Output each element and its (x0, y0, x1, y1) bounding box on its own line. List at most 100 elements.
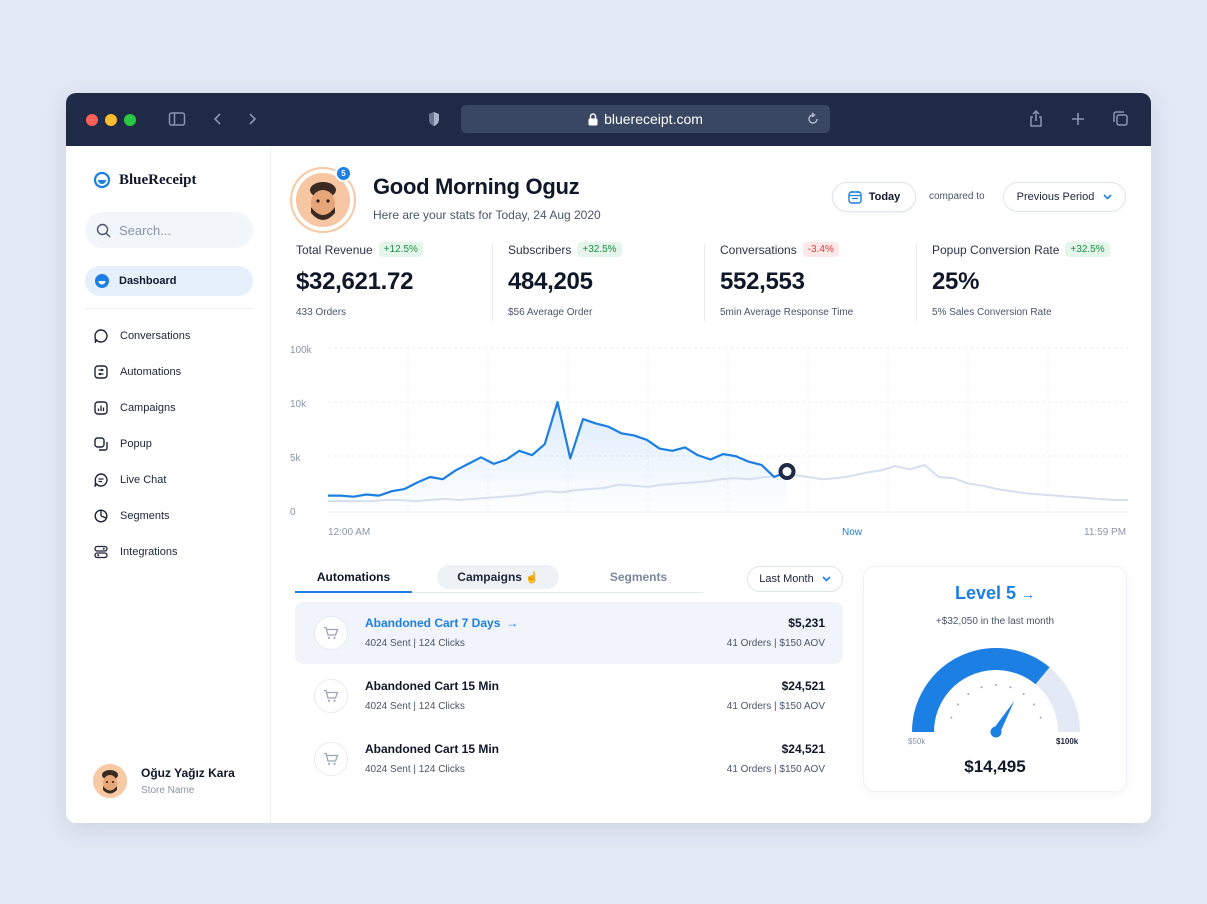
sidebar-toggle-icon[interactable] (168, 109, 186, 129)
gauge-value: $14,495 (964, 757, 1026, 776)
row-meta: 4024 Sent | 124 Clicks (365, 638, 465, 649)
stat-change-badge: -3.4% (802, 242, 839, 257)
privacy-shield-icon[interactable] (427, 109, 441, 129)
user-name: Oğuz Yağız Kara (141, 766, 235, 780)
stat-divider (704, 244, 705, 321)
list-item[interactable]: Abandoned Cart 15 Min 4024 Sent | 124 Cl… (295, 728, 843, 790)
stat-label: Conversations (720, 242, 797, 257)
level-card: Level 5 → +$32,050 in the last month $50… (863, 566, 1127, 792)
gauge-tick (1039, 716, 1042, 719)
row-orders: 41 Orders | $150 AOV (726, 701, 825, 712)
automations-icon (94, 365, 108, 379)
gauge-ticks (950, 684, 1042, 719)
x-tick-label: Now (842, 527, 863, 538)
today-label: Today (868, 191, 901, 203)
url-bar[interactable]: bluereceipt.com (461, 105, 830, 133)
tab-bar: Automations Campaigns ☝ Segments (295, 563, 703, 593)
maximize-window-dot[interactable] (124, 114, 136, 126)
y-tick-label: 100k (290, 345, 313, 356)
campaigns-icon (94, 401, 108, 415)
list-item[interactable]: Abandoned Cart 15 Min 4024 Sent | 124 Cl… (295, 665, 843, 727)
tab-label: Campaigns (457, 570, 522, 584)
sidebar-item-conversations[interactable]: Conversations (94, 329, 190, 343)
sidebar-item-label: Live Chat (120, 474, 167, 486)
share-icon[interactable] (1028, 109, 1044, 129)
gauge-tick (1009, 686, 1012, 689)
stat-divider (492, 244, 493, 321)
page-subtitle: Here are your stats for Today, 24 Aug 20… (373, 208, 601, 222)
url-text: bluereceipt.com (604, 111, 703, 127)
date-range-dropdown[interactable]: Last Month (747, 566, 843, 592)
now-marker[interactable] (778, 463, 796, 481)
cart-icon (314, 616, 348, 650)
tab-campaigns[interactable]: Campaigns ☝ (437, 565, 559, 589)
row-meta: 4024 Sent | 124 Clicks (365, 701, 465, 712)
arrow-right-icon: → (506, 616, 519, 630)
stat-sub: $56 Average Order (508, 307, 593, 318)
sidebar-item-label: Conversations (120, 330, 191, 342)
stat-change-badge: +32.5% (1065, 242, 1110, 257)
y-tick-label: 10k (290, 399, 307, 410)
user-profile[interactable]: Oğuz Yağız Kara Store Name (93, 764, 235, 798)
sidebar-item-segments[interactable]: Segments (94, 509, 170, 523)
level-gauge (912, 648, 1080, 742)
row-title[interactable]: Abandoned Cart 7 Days (365, 616, 500, 630)
minimize-window-dot[interactable] (105, 114, 117, 126)
list-item[interactable]: Abandoned Cart 7 Days → 4024 Sent | 124 C… (295, 602, 843, 664)
user-store: Store Name (141, 785, 195, 796)
stat-divider (916, 244, 917, 321)
back-icon[interactable] (212, 109, 224, 129)
sidebar-item-dashboard[interactable]: Dashboard (85, 266, 253, 296)
live-chat-icon (94, 473, 108, 487)
search-icon (96, 223, 111, 237)
sidebar-item-label: Integrations (120, 546, 178, 558)
gauge-tick (950, 716, 953, 719)
new-tab-icon[interactable] (1070, 109, 1086, 129)
sidebar-item-label: Campaigns (120, 402, 176, 414)
sidebar-item-popup[interactable]: Popup (94, 437, 152, 451)
chevron-down-icon (1103, 194, 1112, 200)
stat-change-badge: +32.5% (577, 242, 622, 257)
gauge-hub (990, 726, 1002, 738)
stat-sub: 5% Sales Conversion Rate (932, 307, 1052, 318)
gauge-tick (1033, 703, 1036, 706)
sidebar-item-label: Segments (120, 510, 170, 522)
period-label: Previous Period (1016, 191, 1095, 203)
browser-window: bluereceipt.com BlueReceipt Search... Da… (66, 93, 1151, 823)
period-dropdown[interactable]: Previous Period (1003, 182, 1126, 212)
dashboard-main: 5 Good Morning Oguz Here are your stats … (272, 146, 1151, 823)
arrow-right-icon: → (1021, 586, 1036, 602)
sidebar-item-live-chat[interactable]: Live Chat (94, 473, 166, 487)
sidebar-item-automations[interactable]: Automations (94, 365, 181, 379)
tab-automations[interactable]: Automations (295, 563, 412, 593)
stat-sub: 5min Average Response Time (720, 307, 854, 318)
level-title[interactable]: Level 5 (955, 583, 1016, 603)
today-button[interactable]: Today (832, 182, 916, 212)
calendar-icon (848, 191, 862, 204)
chevron-down-icon (822, 576, 831, 582)
date-range-label: Last Month (759, 573, 814, 585)
stat-value: 552,553 (720, 268, 805, 295)
sidebar-item-campaigns[interactable]: Campaigns (94, 401, 176, 415)
revenue-chart: 100k 10k 5k 0 12:00 AM Now 11:59 PM (290, 345, 1128, 538)
app-logo[interactable]: BlueReceipt (93, 171, 196, 189)
search-input[interactable]: Search... (85, 212, 253, 248)
row-title: Abandoned Cart 15 Min (365, 742, 500, 756)
pointer-cursor-icon: ☝ (524, 571, 539, 584)
stat-value: 484,205 (508, 268, 593, 295)
notification-badge[interactable]: 5 (335, 165, 352, 182)
row-amount: $24,521 (781, 679, 825, 693)
segments-icon (94, 509, 108, 523)
gauge-tick (980, 686, 983, 689)
search-placeholder: Search... (119, 222, 172, 238)
forward-icon[interactable] (246, 109, 258, 129)
close-window-dot[interactable] (86, 114, 98, 126)
tab-segments[interactable]: Segments (580, 563, 697, 591)
row-meta: 4024 Sent | 124 Clicks (365, 764, 465, 775)
sidebar-item-integrations[interactable]: Integrations (94, 545, 177, 559)
tabs-overview-icon[interactable] (1112, 109, 1130, 129)
page-title: Good Morning Oguz (373, 174, 580, 199)
reload-icon[interactable] (806, 111, 820, 127)
sidebar-item-label: Popup (120, 438, 152, 450)
bluereceipt-logo-icon (93, 171, 111, 189)
